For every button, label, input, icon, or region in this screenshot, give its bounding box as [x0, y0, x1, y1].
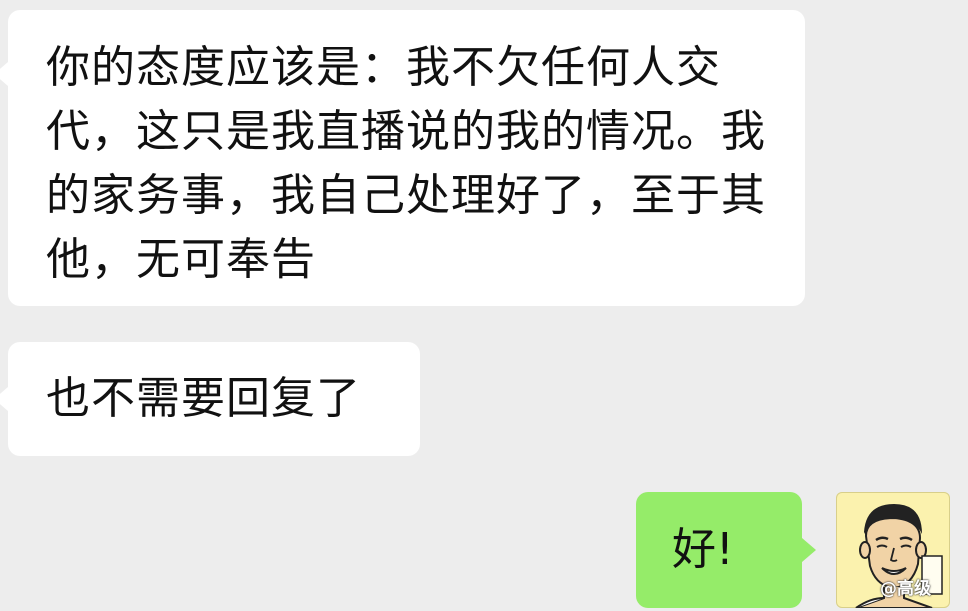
message-text: 好! [672, 524, 734, 575]
message-bubble-incoming[interactable]: 也不需要回复了 [0, 342, 420, 456]
message-text: 也不需要回复了 [46, 373, 361, 424]
bubble-tail [0, 387, 8, 411]
message-bubble-incoming[interactable]: 你的态度应该是：我不欠任何人交代，这只是我直播说的我的情况。我的家务事，我自己处… [0, 10, 805, 306]
bubble-tail [802, 538, 816, 562]
watermark: @高级 [880, 579, 931, 599]
message-bubble-outgoing[interactable]: 好! [636, 492, 816, 608]
bubble-tail [0, 62, 8, 86]
message-text: 你的态度应该是：我不欠任何人交代，这只是我直播说的我的情况。我的家务事，我自己处… [46, 42, 766, 285]
